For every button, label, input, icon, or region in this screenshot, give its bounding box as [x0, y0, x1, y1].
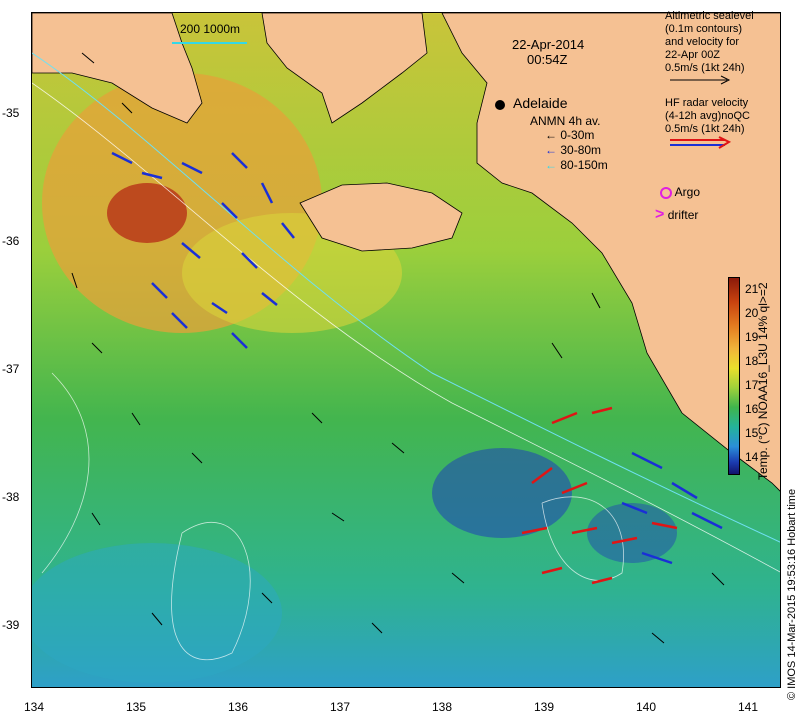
warm-core [107, 183, 187, 243]
legend-line: 0.5m/s (1kt 24h) [665, 123, 745, 135]
legend-line: Altimetric sealevel [665, 10, 754, 22]
x-tick-label: 140 [635, 700, 657, 714]
x-tick-label: 138 [431, 700, 453, 714]
anmn-legend-label: 80-150m [560, 158, 608, 172]
x-tick-label: 137 [329, 700, 351, 714]
argo-label: Argo [674, 185, 701, 199]
argo-legend: Argo [660, 185, 700, 199]
y-tick-label: -39 [2, 618, 20, 632]
colorbar-title: Temp. (°C) NOAA16_L3U 14% ql>=2 [756, 282, 770, 480]
arrow-icon: ← [545, 143, 557, 157]
x-tick-label: 134 [23, 700, 45, 714]
time-label: 00:54Z [527, 52, 568, 67]
anmn-legend-item: ← 30-80m [545, 143, 601, 157]
legend-line: and velocity for [665, 36, 739, 48]
x-tick-label: 136 [227, 700, 249, 714]
x-tick-label: 139 [533, 700, 555, 714]
adelaide-marker [495, 100, 505, 110]
y-tick-label: -35 [2, 106, 20, 120]
cold-patch-2 [587, 503, 677, 563]
cold-patch [432, 448, 572, 538]
x-tick-label: 135 [125, 700, 147, 714]
y-tick-label: -37 [2, 362, 20, 376]
drifter-legend: > drifter [655, 206, 699, 223]
legend-line: 0.5m/s (1kt 24h) [665, 62, 745, 74]
anmn-legend-item: ← 80-150m [545, 158, 608, 172]
legend-line: (0.1m contours) [665, 23, 743, 35]
argo-circle-icon [660, 186, 672, 199]
drifter-label: drifter [667, 208, 699, 222]
anmn-legend-label: 0-30m [560, 128, 595, 142]
anmn-legend-item: ← 0-30m [545, 128, 594, 142]
credit-text: © IMOS 14-Mar-2015 19:53:16 Hobart time [786, 488, 798, 700]
temperature-colorbar [728, 277, 740, 475]
x-tick-label: 141 [737, 700, 759, 714]
drifter-chevron-icon: > [655, 206, 665, 223]
cool-band [32, 543, 282, 683]
legend-line: HF radar velocity [665, 97, 749, 109]
altimetry-arrow-icon [665, 75, 754, 89]
scale-bar-label: 200 1000m [180, 22, 241, 36]
legend-line: 22-Apr 00Z [665, 49, 721, 61]
legend-line: (4-12h avg)noQC [665, 110, 750, 122]
city-label: Adelaide [513, 95, 568, 111]
anmn-legend-label: 30-80m [560, 143, 602, 157]
hf-arrow-icon [665, 136, 754, 154]
y-tick-label: -36 [2, 234, 20, 248]
arrow-icon: ← [545, 158, 557, 172]
y-tick-label: -38 [2, 490, 20, 504]
anmn-legend-title: ANMN 4h av. [530, 114, 601, 128]
velocity-legend: Altimetric sealevel (0.1m contours) and … [665, 10, 754, 154]
date-label: 22-Apr-2014 [512, 37, 585, 52]
arrow-icon: ← [545, 128, 557, 142]
